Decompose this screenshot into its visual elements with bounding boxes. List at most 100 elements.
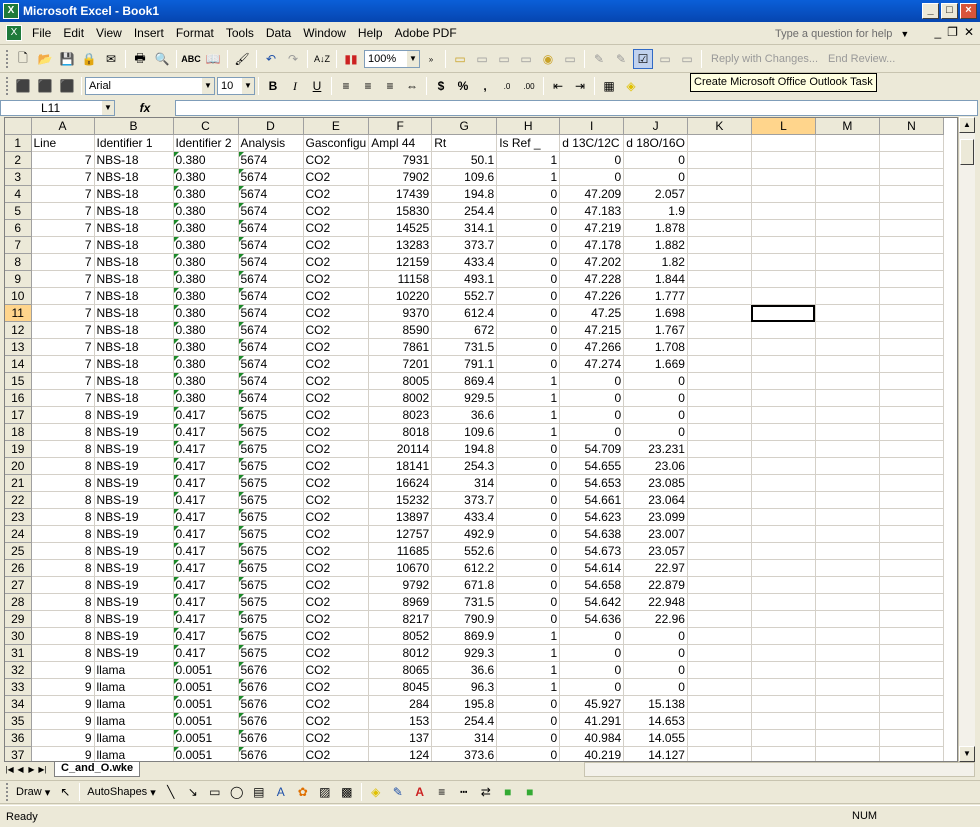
cell[interactable] [751, 202, 816, 220]
cell[interactable]: NBS-19 [94, 627, 174, 645]
cell[interactable]: 0.380 [173, 389, 239, 407]
cell[interactable]: 7 [31, 355, 95, 373]
cell[interactable]: 0.0051 [173, 678, 239, 696]
cell[interactable] [815, 661, 880, 679]
row-header[interactable]: 13 [5, 338, 32, 356]
cell[interactable]: 15232 [368, 491, 433, 509]
column-header-k[interactable]: K [687, 118, 752, 135]
bold-icon[interactable]: B [263, 76, 283, 96]
zoom-select[interactable]: 100% ▼ [364, 50, 420, 68]
cell[interactable]: 0.380 [173, 304, 239, 322]
row-header[interactable]: 14 [5, 355, 32, 373]
cell[interactable]: NBS-19 [94, 491, 174, 509]
menu-format[interactable]: Format [170, 26, 220, 40]
cell[interactable]: 5675 [238, 406, 304, 424]
cell[interactable] [879, 304, 944, 322]
cell[interactable] [751, 644, 816, 662]
cell[interactable]: 8012 [368, 644, 433, 662]
cell[interactable] [815, 185, 880, 203]
cell[interactable]: Analysis [238, 134, 304, 152]
cell[interactable]: 1.844 [623, 270, 688, 288]
cell[interactable] [751, 542, 816, 560]
cell[interactable]: 1.9 [623, 202, 688, 220]
cell[interactable] [687, 355, 752, 373]
column-header-a[interactable]: A [31, 118, 95, 135]
pdf-convert-icon[interactable]: ⬛ [13, 76, 33, 96]
cell[interactable] [879, 287, 944, 305]
cell[interactable]: 0.380 [173, 168, 239, 186]
cell[interactable] [879, 678, 944, 696]
cell[interactable]: 8 [31, 457, 95, 475]
cell[interactable]: 0.0051 [173, 712, 239, 730]
close-button[interactable]: × [960, 3, 977, 19]
cell[interactable]: NBS-19 [94, 525, 174, 543]
reviewing-icon-7[interactable]: ✎ [611, 49, 631, 69]
new-icon[interactable]: 🗋 [13, 49, 33, 69]
cell[interactable]: 0.380 [173, 236, 239, 254]
line-icon[interactable]: ╲ [161, 782, 181, 802]
decrease-indent-icon[interactable]: ⇤ [548, 76, 568, 96]
cell[interactable] [815, 304, 880, 322]
column-header-g[interactable]: G [431, 118, 498, 135]
cell[interactable] [815, 610, 880, 628]
cell[interactable]: 5675 [238, 542, 304, 560]
cell[interactable]: NBS-19 [94, 644, 174, 662]
cell[interactable]: CO2 [303, 559, 370, 577]
cell[interactable]: 492.9 [431, 525, 498, 543]
cell[interactable]: llama [94, 729, 174, 747]
cell[interactable]: 731.5 [431, 593, 498, 611]
first-sheet-icon[interactable]: |◀ [4, 763, 15, 776]
cell[interactable]: 10220 [368, 287, 433, 305]
cell[interactable]: 1.698 [623, 304, 688, 322]
cell[interactable]: 8 [31, 576, 95, 594]
column-header-d[interactable]: D [238, 118, 304, 135]
cell[interactable] [751, 440, 816, 458]
cell[interactable]: 54.636 [559, 610, 625, 628]
cell[interactable]: 7 [31, 270, 95, 288]
cell[interactable] [815, 423, 880, 441]
cell[interactable] [687, 202, 752, 220]
line-color-icon[interactable]: ✎ [388, 782, 408, 802]
cell[interactable] [879, 729, 944, 747]
cell[interactable]: 7 [31, 321, 95, 339]
help-dropdown-icon[interactable]: ▼ [900, 29, 909, 39]
cell[interactable] [815, 712, 880, 730]
cell[interactable]: CO2 [303, 287, 370, 305]
cell[interactable]: 5676 [238, 661, 304, 679]
cell[interactable]: NBS-18 [94, 304, 174, 322]
cell[interactable]: 45.927 [559, 695, 625, 713]
cell[interactable]: 671.8 [431, 576, 498, 594]
textbox-icon[interactable]: ▤ [249, 782, 269, 802]
row-header[interactable]: 21 [5, 474, 32, 492]
cell[interactable] [687, 372, 752, 390]
cell[interactable]: 8 [31, 474, 95, 492]
cell[interactable]: 0.380 [173, 202, 239, 220]
help-search-input[interactable]: Type a question for help ▼ [775, 26, 925, 42]
cell[interactable] [879, 508, 944, 526]
cell[interactable]: 1.878 [623, 219, 688, 237]
email-icon[interactable]: ✉ [101, 49, 121, 69]
cell[interactable]: 929.5 [431, 389, 498, 407]
cell[interactable]: NBS-18 [94, 372, 174, 390]
cell[interactable]: 9 [31, 695, 95, 713]
align-left-icon[interactable]: ≡ [336, 76, 356, 96]
cell[interactable]: 22.96 [623, 610, 688, 628]
cell[interactable]: CO2 [303, 202, 370, 220]
last-sheet-icon[interactable]: ▶| [37, 763, 48, 776]
column-header-b[interactable]: B [94, 118, 174, 135]
cell[interactable]: 0.0051 [173, 746, 239, 761]
row-header[interactable]: 35 [5, 712, 32, 730]
cell[interactable] [751, 372, 816, 390]
folder-icon[interactable]: ▭ [450, 49, 470, 69]
cell[interactable]: 0.380 [173, 253, 239, 271]
draw-menu-button[interactable]: Draw ▾ [12, 786, 54, 799]
cell[interactable]: 8045 [368, 678, 433, 696]
cell[interactable] [815, 491, 880, 509]
cell[interactable]: 23.007 [623, 525, 688, 543]
cell[interactable]: CO2 [303, 185, 370, 203]
cell[interactable]: 5674 [238, 236, 304, 254]
cell[interactable]: 22.879 [623, 576, 688, 594]
cell[interactable]: 1.882 [623, 236, 688, 254]
wordart-icon[interactable]: A [271, 782, 291, 802]
cell[interactable]: NBS-18 [94, 270, 174, 288]
